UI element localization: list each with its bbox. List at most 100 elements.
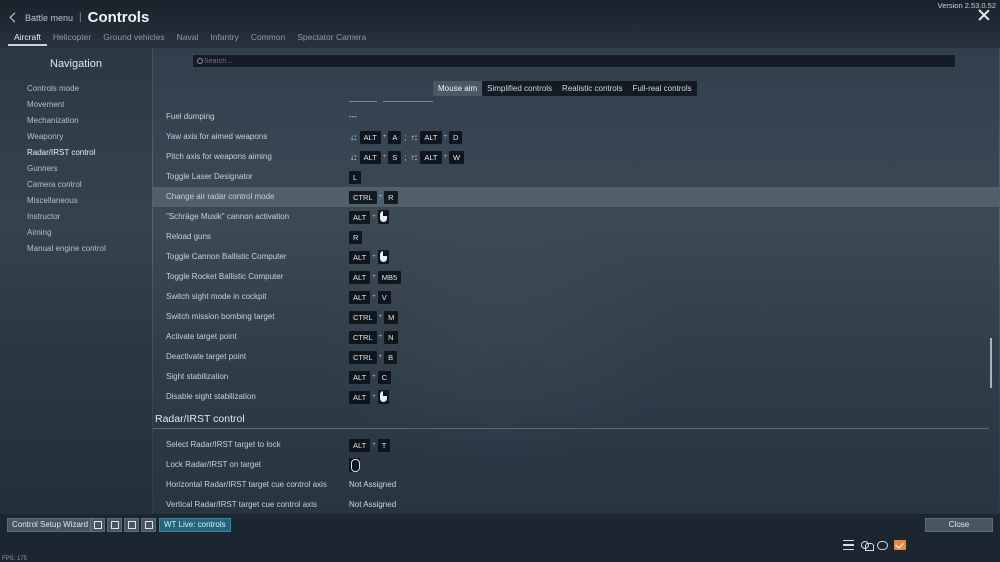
key-cap: MB5 (377, 270, 402, 284)
mode-full-real-controls[interactable]: Full-real controls (628, 81, 697, 96)
nav-item-miscellaneous[interactable]: Miscellaneous (27, 196, 106, 212)
table-row[interactable]: Yaw axis for aimed weapons ↓: ALT + A ; … (153, 127, 999, 147)
binding-cell[interactable]: --- (349, 110, 357, 124)
table-row-selected[interactable]: Change air radar control mode CTRL + R (153, 187, 999, 207)
binding-cell[interactable]: CTRL + M (349, 310, 399, 324)
tab-aircraft[interactable]: Aircraft (8, 31, 47, 46)
row-label: Toggle Rocket Ballistic Computer (166, 272, 284, 281)
folder-icon (145, 521, 153, 529)
tab-common[interactable]: Common (245, 31, 291, 46)
table-row[interactable]: Switch mission bombing target CTRL + M (153, 307, 999, 327)
nav-item-weaponry[interactable]: Weaponry (27, 132, 106, 148)
close-icon[interactable] (978, 9, 990, 21)
open-preset-button[interactable] (141, 518, 156, 532)
nav-item-aiming[interactable]: Aiming (27, 228, 106, 244)
plus-sign: + (378, 194, 383, 200)
table-row[interactable]: Deactivate target point CTRL + B (153, 347, 999, 367)
scrollbar-thumb[interactable] (990, 338, 992, 388)
tab-helicopter[interactable]: Helicopter (47, 31, 97, 46)
binding-cell[interactable]: Not Assigned (349, 478, 396, 492)
binding-text: --- (349, 112, 357, 121)
nav-item-controls-mode[interactable]: Controls mode (27, 84, 106, 100)
binding-cell[interactable]: ALT + C (349, 370, 392, 384)
search-box[interactable] (192, 54, 956, 68)
import-preset-button[interactable] (107, 518, 122, 532)
row-label: Deactivate target point (166, 352, 247, 361)
binding-cell[interactable]: ALT + V (349, 290, 391, 304)
binding-cell[interactable]: ALT + MB5 (349, 270, 402, 284)
squad-icon[interactable] (860, 540, 874, 551)
binding-cell[interactable]: Not Assigned (349, 498, 396, 512)
tab-infantry[interactable]: Infantry (204, 31, 244, 46)
mode-realistic-controls[interactable]: Realistic controls (557, 81, 627, 96)
tab-spectator-camera[interactable]: Spectator Camera (291, 31, 372, 46)
key-cap: B (384, 350, 398, 364)
search-icon (197, 58, 203, 64)
binding-cell[interactable]: ALT + (349, 390, 389, 404)
wt-live-controls-button[interactable]: WT Live: controls (159, 518, 231, 532)
binding-cell[interactable]: L (349, 170, 362, 184)
key-cap: ALT (349, 438, 371, 452)
mail-icon[interactable] (894, 540, 906, 550)
nav-item-movement[interactable]: Movement (27, 100, 106, 116)
binding-cell[interactable]: R (349, 230, 363, 244)
binding-cell[interactable]: ALT + (349, 250, 389, 264)
control-setup-wizard-button[interactable]: Control Setup Wizard (7, 518, 94, 532)
back-button[interactable]: Battle menu | Controls (9, 9, 150, 26)
key-cap: V (377, 290, 391, 304)
table-row[interactable]: "Schräge Musik" cannon activation ALT + (153, 207, 999, 227)
table-row[interactable]: Horizontal Radar/IRST target cue control… (153, 475, 999, 495)
tab-ground-vehicles[interactable]: Ground vehicles (97, 31, 170, 46)
nav-item-mechanization[interactable]: Mechanization (27, 116, 106, 132)
search-input[interactable] (204, 55, 944, 67)
binding-cell[interactable] (349, 458, 360, 472)
nav-item-manual-engine-control[interactable]: Manual engine control (27, 244, 106, 260)
nav-item-gunners[interactable]: Gunners (27, 164, 106, 180)
nav-item-camera-control[interactable]: Camera control (27, 180, 106, 196)
table-row[interactable]: Select Radar/IRST target to lock ALT + T (153, 435, 999, 455)
nav-item-radar-irst-control[interactable]: Radar/IRST control (27, 148, 106, 164)
table-row[interactable]: Pitch axis for weapons aiming ↓: ALT + S… (153, 147, 999, 167)
row-label: Fuel dumping (166, 112, 215, 121)
binding-text: Not Assigned (349, 500, 397, 509)
table-row[interactable]: Toggle Rocket Ballistic Computer ALT + M… (153, 267, 999, 287)
table-row[interactable]: Switch sight mode in cockpit ALT + V (153, 287, 999, 307)
binding-cell[interactable]: ALT + T (349, 438, 391, 452)
mode-mouse-aim[interactable]: Mouse aim (433, 81, 483, 96)
nav-item-instructor[interactable]: Instructor (27, 212, 106, 228)
row-label: Sight stabilization (166, 372, 229, 381)
key-cap: ALT (349, 250, 371, 264)
table-row[interactable]: Toggle Cannon Ballistic Computer ALT + (153, 247, 999, 267)
table-row[interactable]: Lock Radar/IRST on target (153, 455, 999, 475)
tab-naval[interactable]: Naval (171, 31, 205, 46)
binding-cell[interactable]: ↓: ALT + A ; ↑: ALT + D (349, 130, 463, 144)
section-header: Radar/IRST control (153, 407, 999, 435)
close-button[interactable]: Close (925, 518, 993, 532)
binding-cell[interactable]: CTRL + N (349, 330, 398, 344)
controller-preset-button[interactable] (90, 518, 105, 532)
list-icon[interactable] (843, 540, 854, 550)
table-row[interactable]: Activate target point CTRL + N (153, 327, 999, 347)
cropped-row-marker (349, 101, 377, 104)
binding-cell[interactable]: CTRL + R (349, 190, 398, 204)
axis-negative-icon: ↓: (350, 152, 357, 162)
mode-simplified-controls[interactable]: Simplified controls (482, 81, 557, 96)
mouse-right-button-icon (377, 390, 389, 404)
binding-cell[interactable]: ↓: ALT + S ; ↑: ALT + W (349, 150, 465, 164)
plus-sign: + (372, 394, 376, 400)
binding-cell[interactable]: ALT + (349, 210, 389, 224)
table-row[interactable]: Sight stabilization ALT + C (153, 367, 999, 387)
table-row[interactable]: Reload guns R (153, 227, 999, 247)
mouse-right-button-icon (377, 210, 389, 224)
row-label: Horizontal Radar/IRST target cue control… (166, 480, 327, 489)
table-row[interactable]: Fuel dumping --- (153, 107, 999, 127)
row-label: Yaw axis for aimed weapons (166, 132, 268, 141)
chat-icon[interactable] (877, 540, 888, 550)
table-row[interactable]: Disable sight stabilization ALT + (153, 387, 999, 407)
save-preset-button[interactable] (124, 518, 139, 532)
page-title: Controls (87, 9, 150, 26)
table-row[interactable]: Toggle Laser Designator L (153, 167, 999, 187)
binding-cell[interactable]: CTRL + B (349, 350, 398, 364)
row-label: Switch mission bombing target (166, 312, 275, 321)
table-row[interactable]: Vertical Radar/IRST target cue control a… (153, 495, 999, 515)
